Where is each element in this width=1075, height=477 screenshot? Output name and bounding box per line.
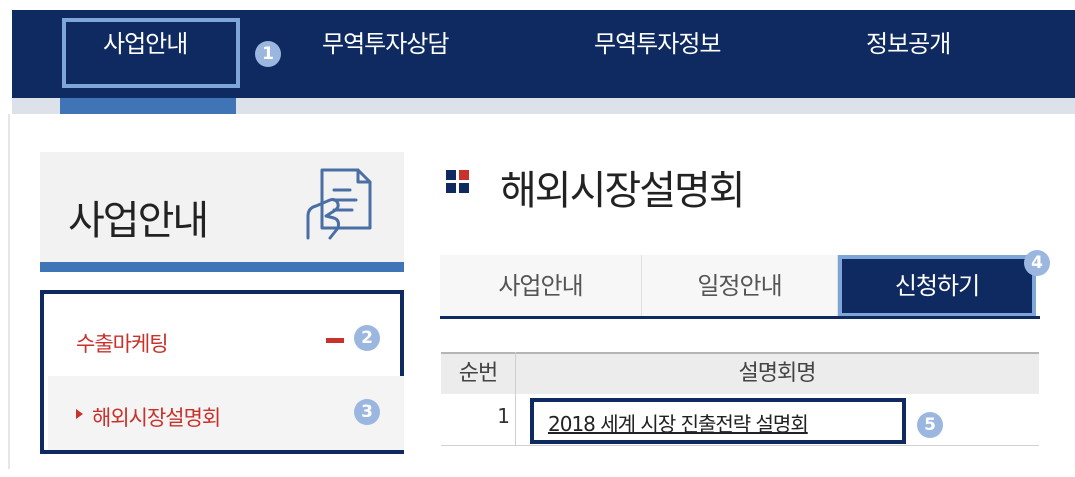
column-header-number: 순번 bbox=[458, 361, 498, 386]
title-bullet-icon bbox=[459, 183, 469, 193]
bullet-arrow-icon bbox=[76, 409, 83, 419]
nav-item-trade-info[interactable]: 무역투자정보 bbox=[594, 0, 721, 88]
tab-apply[interactable]: 신청하기 bbox=[838, 255, 1036, 317]
nav-item-disclosure[interactable]: 정보공개 bbox=[866, 0, 951, 88]
row-number: 1 bbox=[497, 404, 510, 428]
tab-business-info[interactable]: 사업안내 bbox=[440, 255, 642, 317]
sidebar-item-export-marketing[interactable]: 수출마케팅 bbox=[48, 298, 404, 376]
briefing-title-link[interactable]: 2018 세계 시장 진출전략 설명회 bbox=[548, 408, 809, 437]
sidebar-item-overseas-briefing[interactable]: 해외시장설명회 bbox=[48, 376, 404, 450]
marker-4: 4 bbox=[1024, 250, 1050, 276]
document-hand-icon bbox=[300, 166, 376, 248]
title-bullet-icon bbox=[446, 170, 456, 180]
sidebar-header-rule bbox=[40, 262, 404, 272]
nav-item-business-info[interactable]: 사업안내 bbox=[103, 0, 188, 88]
page-left-border bbox=[8, 114, 10, 469]
marker-2: 2 bbox=[354, 325, 380, 351]
column-divider bbox=[515, 352, 516, 446]
column-header-title: 설명회명 bbox=[738, 361, 817, 386]
title-bullet-icon bbox=[459, 170, 469, 180]
sidebar-item-label: 해외시장설명회 bbox=[92, 406, 221, 430]
page-title: 해외시장설명회 bbox=[500, 168, 746, 214]
table-header: 순번 설명회명 bbox=[441, 352, 1039, 394]
marker-5: 5 bbox=[917, 412, 943, 438]
sidebar-item-label: 수출마케팅 bbox=[76, 332, 169, 356]
collapse-minus-icon[interactable] bbox=[326, 338, 344, 343]
tab-underline bbox=[440, 316, 1040, 319]
title-bullet-icon bbox=[446, 183, 456, 193]
marker-3: 3 bbox=[354, 399, 380, 425]
sidebar-menu-highlight: 수출마케팅 해외시장설명회 bbox=[40, 290, 404, 454]
nav-active-indicator bbox=[60, 98, 236, 114]
sidebar-title: 사업안내 bbox=[68, 198, 209, 244]
nav-item-trade-consulting[interactable]: 무역투자상담 bbox=[322, 0, 449, 88]
marker-1: 1 bbox=[255, 41, 281, 67]
tab-schedule[interactable]: 일정안내 bbox=[642, 255, 838, 317]
